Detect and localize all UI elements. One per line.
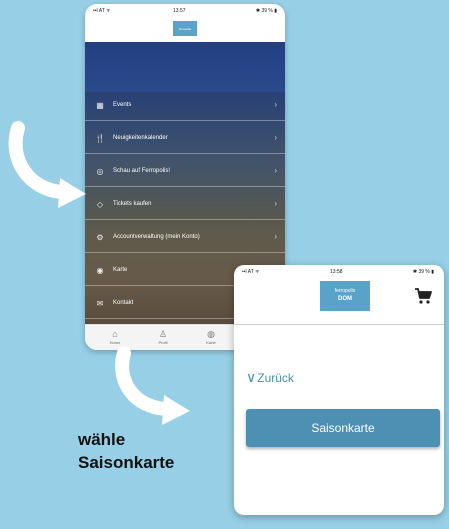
- tab-item[interactable]: ♙ Profil: [143, 328, 183, 345]
- instruction-caption: wähle Saisonkarte: [78, 428, 174, 474]
- status-time: 13:58: [330, 269, 343, 275]
- back-link-label: Zurück: [257, 371, 294, 385]
- menu-item-label: Events: [113, 102, 132, 108]
- app-logo: ferropolis: [173, 21, 197, 36]
- contact-icon: ✉: [96, 299, 104, 308]
- home-icon: ⌂: [112, 329, 118, 339]
- header-divider: [234, 324, 444, 325]
- battery-indicator: ✱ 39 % ▮: [255, 8, 277, 14]
- status-bar: ••l AT ᯤ 13:57 ✱ 39 % ▮: [85, 4, 285, 18]
- menu-item-label: Karte: [113, 267, 128, 273]
- settings-icon: ⚙: [96, 233, 104, 242]
- back-link[interactable]: ∨Zurück: [246, 369, 294, 386]
- season-ticket-button[interactable]: Saisonkarte: [246, 409, 440, 447]
- menu-item-label: Schau auf Ferropolis!: [113, 168, 171, 174]
- ticket-icon: ◇: [96, 200, 104, 209]
- chevron-right-icon: ›: [274, 199, 277, 208]
- app-logo-top-text: ferropolis: [334, 288, 356, 294]
- phone-screenshot-tickets: ••l AT ᯤ 13:58 ✱ 39 % ▮ ferropolis DOM ∨…: [234, 265, 444, 515]
- location-icon: ◍: [207, 329, 215, 339]
- signal-indicator: ••l AT ᯤ: [242, 269, 260, 275]
- cart-icon[interactable]: [414, 287, 432, 305]
- curved-arrow-icon: [115, 346, 190, 425]
- chevron-right-icon: ›: [274, 133, 277, 142]
- caption-line-1: wähle: [78, 430, 126, 449]
- menu-item-label: Tickets kaufen: [113, 201, 152, 207]
- status-time: 13:57: [173, 8, 186, 14]
- tab-label: Karte: [206, 340, 216, 345]
- profile-icon: ♙: [158, 329, 168, 339]
- status-bar: ••l AT ᯤ 13:58 ✱ 39 % ▮: [234, 265, 444, 279]
- app-logo-text: ferropolis: [178, 27, 192, 31]
- tab-item[interactable]: ◍ Karte: [191, 328, 231, 345]
- battery-indicator: ✱ 39 % ▮: [412, 269, 434, 275]
- calendar-icon: ▦: [96, 101, 104, 110]
- menu-item[interactable]: ▦ Events ›: [85, 92, 285, 121]
- map-icon: ◉: [96, 266, 104, 275]
- curved-arrow-icon: [8, 121, 86, 208]
- chevron-right-icon: ›: [274, 232, 277, 241]
- menu-item-label: Kontakt: [113, 300, 134, 306]
- chevron-right-icon: ›: [274, 166, 277, 175]
- chevron-down-icon: ∨: [246, 369, 257, 385]
- cutlery-icon: 🍴: [95, 134, 105, 143]
- caption-line-2: Saisonkarte: [78, 453, 175, 472]
- app-header-banner: [85, 42, 285, 92]
- binoculars-icon: ◎: [96, 167, 104, 176]
- menu-item-label: Accountverwaltung (mein Konto): [113, 234, 200, 240]
- menu-item[interactable]: ◎ Schau auf Ferropolis! ›: [85, 158, 285, 187]
- menu-item-label: Neuigkeitenkalender: [113, 135, 168, 141]
- tab-item[interactable]: ⌂ Home: [95, 328, 135, 345]
- app-logo-bottom-text: DOM: [338, 296, 352, 302]
- signal-indicator: ••l AT ᯤ: [93, 8, 111, 14]
- chevron-right-icon: ›: [274, 100, 277, 109]
- menu-item[interactable]: 🍴 Neuigkeitenkalender ›: [85, 125, 285, 154]
- menu-item[interactable]: ◇ Tickets kaufen ›: [85, 191, 285, 220]
- menu-item[interactable]: ⚙ Accountverwaltung (mein Konto) ›: [85, 224, 285, 253]
- app-logo[interactable]: ferropolis DOM: [320, 281, 370, 311]
